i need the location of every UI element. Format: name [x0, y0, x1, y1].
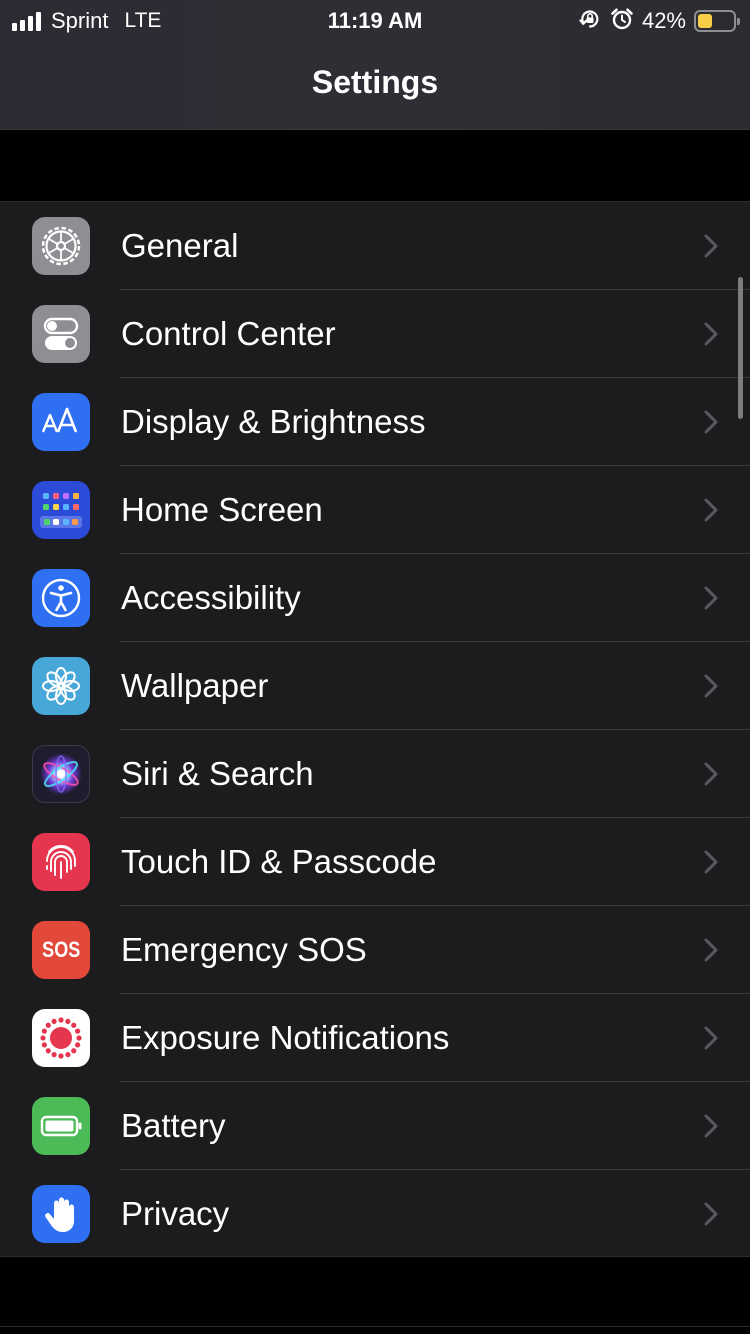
navigation-bar: Settings — [0, 42, 750, 130]
settings-row-home-screen[interactable]: Home Screen — [0, 466, 750, 554]
battery-status-icon — [694, 10, 740, 32]
settings-row-label: Wallpaper — [121, 667, 269, 704]
battery-percent: 42% — [641, 8, 686, 33]
settings-row-label: Touch ID & Passcode — [121, 843, 437, 880]
flower-icon — [32, 657, 90, 715]
chevron-right-icon — [704, 938, 718, 962]
gear-icon — [32, 217, 90, 275]
app-grid-icon — [32, 481, 90, 539]
settings-row-general[interactable]: General — [0, 202, 750, 290]
chevron-right-icon — [704, 850, 718, 874]
battery-level-fill — [698, 14, 712, 28]
alarm-icon — [610, 7, 634, 36]
settings-row-label: Battery — [121, 1107, 226, 1144]
chevron-right-icon — [704, 410, 718, 434]
settings-row-exposure-notifications[interactable]: Exposure Notifications — [0, 994, 750, 1082]
orientation-lock-icon — [578, 7, 602, 36]
sos-icon: SOS — [32, 921, 90, 979]
settings-row-label: Home Screen — [121, 491, 323, 528]
page-title: Settings — [311, 64, 439, 100]
chevron-right-icon — [704, 1114, 718, 1138]
settings-row-siri-search[interactable]: Siri & Search — [0, 730, 750, 818]
siri-icon — [32, 745, 90, 803]
settings-row-accessibility[interactable]: Accessibility — [0, 554, 750, 642]
chevron-right-icon — [704, 762, 718, 786]
sos-icon-text: SOS — [41, 937, 81, 962]
settings-row-label: Display & Brightness — [121, 403, 426, 440]
chevron-right-icon — [704, 674, 718, 698]
chevron-right-icon — [704, 586, 718, 610]
settings-row-display-brightness[interactable]: Display & Brightness — [0, 378, 750, 466]
status-bar: Sprint LTE 11:19 AM 42% — [0, 0, 750, 42]
settings-row-label: General — [121, 227, 239, 264]
settings-row-label: Siri & Search — [121, 755, 314, 792]
settings-row-privacy[interactable]: Privacy — [0, 1170, 750, 1258]
battery-icon — [32, 1097, 90, 1155]
settings-row-label: Privacy — [121, 1195, 230, 1232]
text-size-icon — [32, 393, 90, 451]
chevron-right-icon — [704, 1202, 718, 1226]
settings-row-emergency-sos[interactable]: SOS Emergency SOS — [0, 906, 750, 994]
scroll-indicator[interactable] — [738, 277, 743, 419]
settings-row-label: Accessibility — [121, 579, 301, 616]
bottom-separator — [0, 1326, 750, 1327]
exposure-icon — [32, 1009, 90, 1067]
chevron-right-icon — [704, 234, 718, 258]
settings-row-label: Emergency SOS — [121, 931, 367, 968]
fingerprint-icon — [32, 833, 90, 891]
settings-row-control-center[interactable]: Control Center — [0, 290, 750, 378]
chevron-right-icon — [704, 498, 718, 522]
chevron-right-icon — [704, 322, 718, 346]
settings-row-label: Control Center — [121, 315, 336, 352]
settings-list: General Control Center Display & Brightn… — [0, 201, 750, 1257]
settings-row-wallpaper[interactable]: Wallpaper — [0, 642, 750, 730]
settings-row-battery[interactable]: Battery — [0, 1082, 750, 1170]
status-right: 42% — [578, 7, 740, 36]
settings-row-touch-id-passcode[interactable]: Touch ID & Passcode — [0, 818, 750, 906]
hand-icon — [32, 1185, 90, 1243]
chevron-right-icon — [704, 1026, 718, 1050]
accessibility-icon — [32, 569, 90, 627]
toggles-icon — [32, 305, 90, 363]
settings-row-label: Exposure Notifications — [121, 1019, 450, 1056]
